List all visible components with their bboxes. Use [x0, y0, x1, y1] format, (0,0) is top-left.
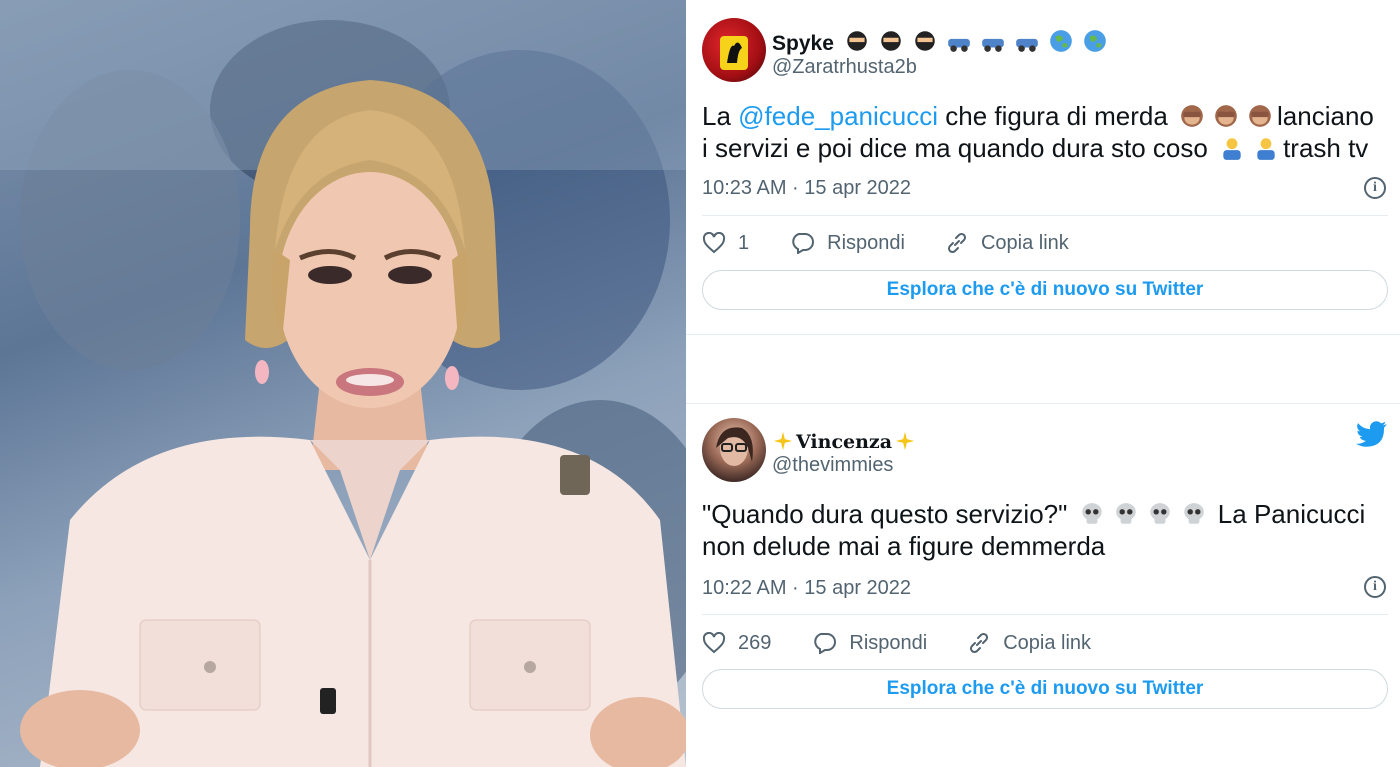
skull-icon [1115, 503, 1136, 524]
avatar[interactable] [702, 18, 766, 82]
tweet-text-part: che figura di merda [938, 101, 1176, 131]
tweets-panel: Spyke @Zaratrhusta2b La @fede_panicucci … [686, 0, 1400, 767]
ferrari-logo-icon [720, 36, 748, 70]
ninja-emoji-icon [880, 31, 901, 51]
info-icon[interactable]: i [1364, 177, 1386, 199]
tweet-text: La @fede_panicucci che figura di merda l… [702, 100, 1388, 164]
display-name[interactable]: Vincenza [772, 430, 916, 453]
mention-link[interactable]: @fede_panicucci [738, 101, 938, 131]
reply-label: Rispondi [827, 231, 905, 254]
tweet-card[interactable]: Vincenza @thevimmies "Quando dura questo… [686, 402, 1400, 724]
sparkles-icon [773, 431, 793, 451]
copy-link-label: Copia link [1003, 631, 1092, 654]
copy-link-button[interactable]: Copia link [945, 231, 1069, 255]
photo-illustration [0, 0, 686, 767]
tweet-card[interactable]: Spyke @Zaratrhusta2b La @fede_panicucci … [686, 0, 1400, 334]
skull-icon [1149, 503, 1170, 524]
divider [702, 614, 1388, 615]
see-no-evil-monkey-icon [1181, 105, 1203, 127]
skull-icon [1183, 503, 1204, 524]
display-name[interactable]: Spyke [772, 28, 1112, 56]
tweet-actions: 269 Rispondi Copia link [702, 628, 1131, 658]
link-icon [947, 232, 966, 254]
display-name-text: Spyke [772, 32, 834, 55]
skull-icon [1081, 503, 1102, 524]
divider [702, 215, 1388, 216]
tweet-actions: 1 Rispondi Copia link [702, 228, 1109, 258]
tweet-text-part: La Panicucci [1210, 499, 1366, 529]
tweet-text: "Quando dura questo servizio?" La Panicu… [702, 498, 1388, 562]
like-button[interactable]: 269 [702, 632, 771, 655]
tweet-timestamp[interactable]: 10:22 AM · 15 apr 2022 [702, 577, 911, 600]
name-emojis [834, 30, 1112, 55]
see-no-evil-monkey-icon [1215, 105, 1237, 127]
link-icon [970, 632, 989, 654]
man-shrugging-icon [1257, 138, 1275, 160]
ninja-emoji-icon [846, 31, 867, 51]
twitter-bird-icon[interactable] [1356, 420, 1388, 448]
tweet-text-part: i servizi e poi dice ma quando dura sto … [702, 133, 1216, 163]
reply-icon [792, 233, 815, 254]
car-emoji-icon [947, 38, 970, 52]
like-count: 1 [738, 231, 750, 254]
globe-emoji-icon [1083, 30, 1106, 52]
see-no-evil-monkey-icon [1249, 105, 1271, 127]
reply-button[interactable]: Rispondi [789, 232, 905, 255]
presenter-photo [0, 0, 686, 767]
reply-label: Rispondi [849, 631, 928, 654]
tweet-separator [686, 334, 1400, 404]
car-emoji-icon [981, 38, 1004, 52]
profile-photo-icon [716, 427, 753, 466]
sparkles-icon [895, 431, 915, 451]
info-icon[interactable]: i [1364, 576, 1386, 598]
heart-icon [702, 632, 726, 654]
globe-emoji-icon [1049, 30, 1072, 52]
user-handle[interactable]: @Zaratrhusta2b [772, 56, 917, 79]
avatar[interactable] [702, 418, 766, 482]
reply-button[interactable]: Rispondi [811, 632, 927, 655]
man-shrugging-icon [1223, 138, 1241, 160]
explore-twitter-button[interactable]: Esplora che c'è di nuovo su Twitter [702, 270, 1388, 310]
like-count: 269 [738, 631, 772, 654]
copy-link-button[interactable]: Copia link [967, 631, 1091, 655]
ninja-emoji-icon [914, 31, 935, 51]
tweet-text-part: lanciano [1277, 101, 1374, 131]
tweet-text-part: trash tv [1283, 133, 1369, 163]
tweet-text-part: "Quando dura questo servizio?" [702, 499, 1075, 529]
tweet-text-part: La [702, 101, 739, 131]
reply-icon [814, 633, 837, 654]
like-button[interactable]: 1 [702, 232, 749, 255]
car-emoji-icon [1015, 38, 1038, 52]
tweet-timestamp[interactable]: 10:23 AM · 15 apr 2022 [702, 177, 911, 200]
heart-icon [702, 232, 726, 254]
explore-twitter-button[interactable]: Esplora che c'è di nuovo su Twitter [702, 669, 1388, 709]
user-handle[interactable]: @thevimmies [772, 454, 893, 477]
display-name-text: Vincenza [796, 431, 893, 453]
tweet-text-part: non delude mai a figure demmerda [702, 531, 1106, 561]
copy-link-label: Copia link [980, 231, 1069, 254]
